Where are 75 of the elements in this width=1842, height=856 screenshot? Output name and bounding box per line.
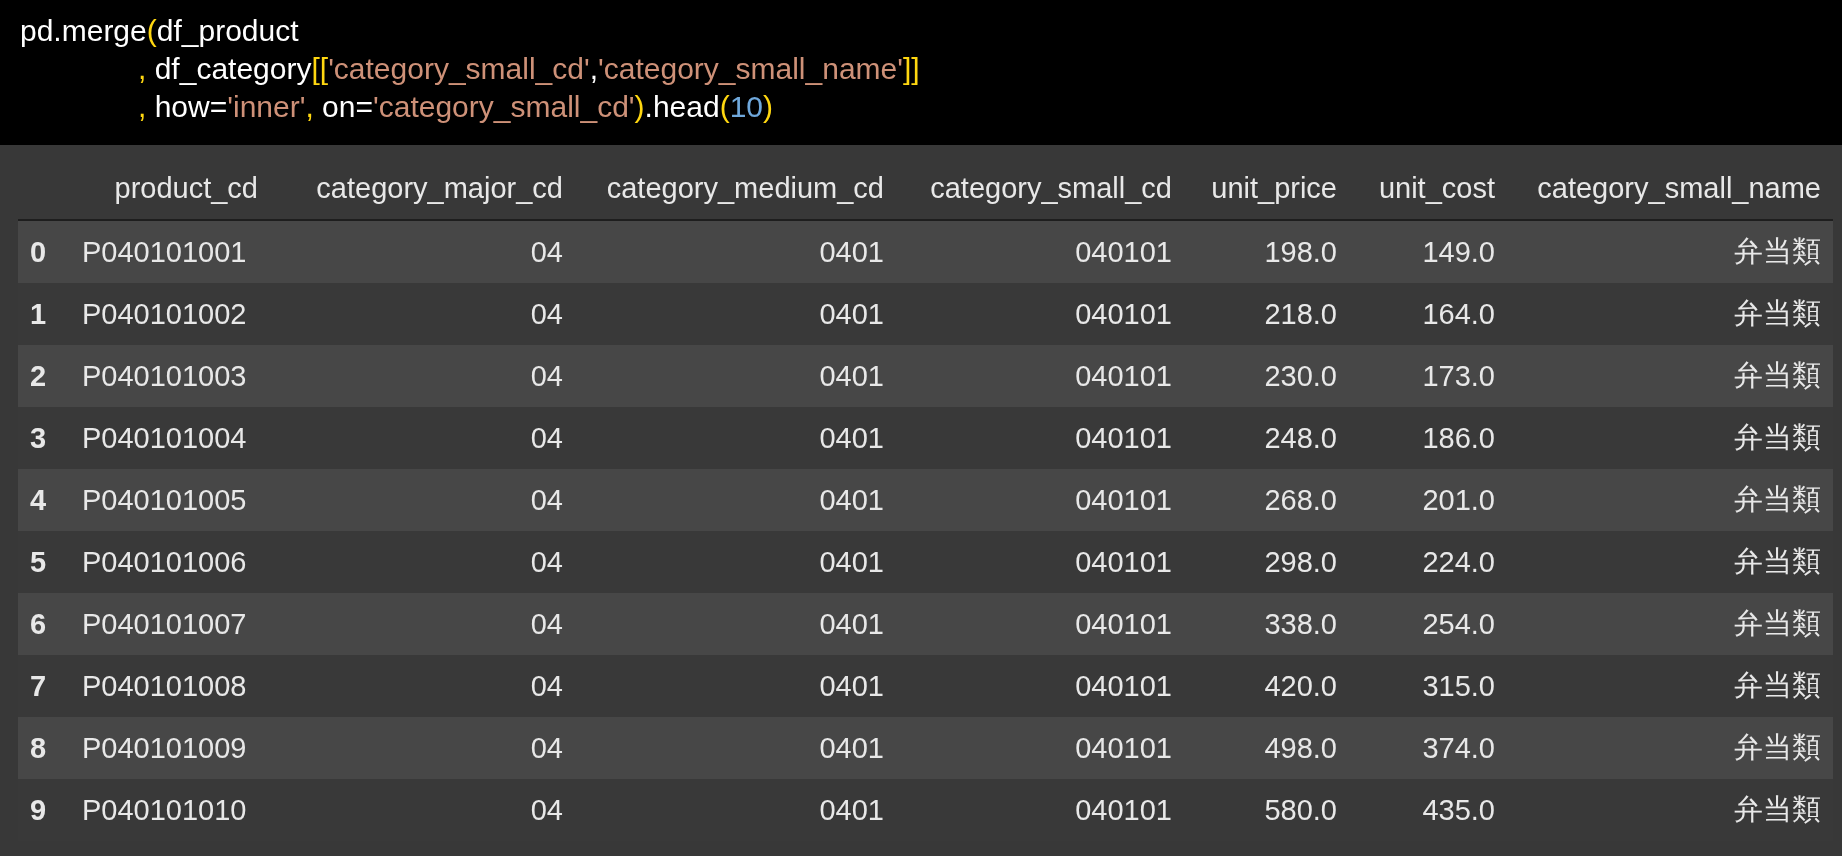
table-cell: 弁当類 — [1507, 345, 1833, 407]
table-cell: P040101003 — [82, 345, 270, 407]
table-cell: 164.0 — [1349, 283, 1507, 345]
table-cell: 04 — [270, 655, 575, 717]
table-cell: 040101 — [896, 220, 1184, 283]
table-cell: 201.0 — [1349, 469, 1507, 531]
table-cell: 198.0 — [1184, 220, 1349, 283]
table-cell: 04 — [270, 407, 575, 469]
row-index: 5 — [18, 531, 82, 593]
table-cell: 040101 — [896, 593, 1184, 655]
table-cell: 040101 — [896, 717, 1184, 779]
table-cell: 040101 — [896, 407, 1184, 469]
table-cell: 254.0 — [1349, 593, 1507, 655]
table-cell: 268.0 — [1184, 469, 1349, 531]
table-cell: 04 — [270, 717, 575, 779]
row-index: 7 — [18, 655, 82, 717]
code-line: , how='inner', on='category_small_cd').head(10) — [137, 89, 773, 125]
table-cell: 弁当類 — [1507, 283, 1833, 345]
table-cell: 弁当類 — [1507, 655, 1833, 717]
table-cell: 弁当類 — [1507, 469, 1833, 531]
table-cell: P040101005 — [82, 469, 270, 531]
table-cell: 315.0 — [1349, 655, 1507, 717]
row-index: 8 — [18, 717, 82, 779]
table-cell: 040101 — [896, 469, 1184, 531]
table-cell: P040101007 — [82, 593, 270, 655]
table-cell: 弁当類 — [1507, 407, 1833, 469]
table-cell: 224.0 — [1349, 531, 1507, 593]
table-cell: 04 — [270, 531, 575, 593]
table-cell: P040101004 — [82, 407, 270, 469]
table-cell: 218.0 — [1184, 283, 1349, 345]
table-cell: 弁当類 — [1507, 593, 1833, 655]
table-cell: P040101006 — [82, 531, 270, 593]
table-cell: 0401 — [575, 345, 896, 407]
table-cell: 0401 — [575, 283, 896, 345]
table-cell: 040101 — [896, 655, 1184, 717]
table-cell: 0401 — [575, 407, 896, 469]
table-cell: 186.0 — [1349, 407, 1507, 469]
table-cell: 0401 — [575, 531, 896, 593]
code-line: pd.merge(df_product — [20, 13, 299, 49]
table-cell: 弁当類 — [1507, 220, 1833, 283]
table-cell: 149.0 — [1349, 220, 1507, 283]
table-cell: 弁当類 — [1507, 531, 1833, 593]
table-cell: 04 — [270, 469, 575, 531]
table-cell: 0401 — [575, 655, 896, 717]
table-cell: 338.0 — [1184, 593, 1349, 655]
table-cell: 弁当類 — [1507, 717, 1833, 779]
table-cell: 04 — [270, 283, 575, 345]
table-cell: 0401 — [575, 717, 896, 779]
table-cell: 420.0 — [1184, 655, 1349, 717]
table-cell: P040101002 — [82, 283, 270, 345]
table-cell: 04 — [270, 220, 575, 283]
table-cell: 040101 — [896, 283, 1184, 345]
table-cell: 040101 — [896, 531, 1184, 593]
row-index: 0 — [18, 220, 82, 283]
row-index: 4 — [18, 469, 82, 531]
table-cell: 248.0 — [1184, 407, 1349, 469]
code-line: , df_category[['category_small_cd','category_small_name']] — [137, 51, 920, 87]
table-cell: 498.0 — [1184, 717, 1349, 779]
table-cell: P040101009 — [82, 717, 270, 779]
table-cell: P040101001 — [82, 220, 270, 283]
table-cell: 040101 — [896, 345, 1184, 407]
table-cell: 298.0 — [1184, 531, 1349, 593]
row-index: 3 — [18, 407, 82, 469]
table-cell: 0401 — [575, 469, 896, 531]
row-index: 2 — [18, 345, 82, 407]
table-cell: 0401 — [575, 593, 896, 655]
row-index: 1 — [18, 283, 82, 345]
table-cell: 374.0 — [1349, 717, 1507, 779]
table-cell: P040101008 — [82, 655, 270, 717]
table-cell: 04 — [270, 345, 575, 407]
table-cell: 173.0 — [1349, 345, 1507, 407]
table-cell: 04 — [270, 593, 575, 655]
table-cell: 230.0 — [1184, 345, 1349, 407]
row-index: 6 — [18, 593, 82, 655]
table-cell: 0401 — [575, 220, 896, 283]
